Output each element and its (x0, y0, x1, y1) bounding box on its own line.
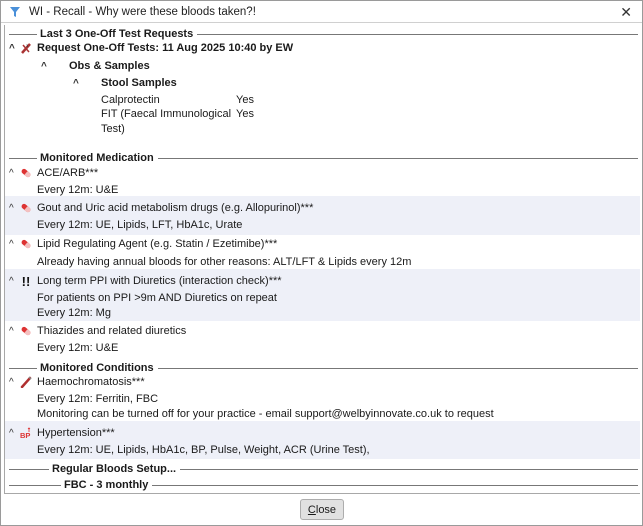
test-name-cont: Test) (5, 121, 640, 137)
item-detail-text: Already having annual bloods for other r… (37, 256, 412, 268)
item-title: Lipid Regulating Agent (e.g. Statin / Ez… (37, 238, 278, 250)
item-title-row: ^ Haemochromatosis*** (5, 374, 640, 390)
item-detail: Every 12m: Ferritin, FBC (5, 391, 640, 407)
item-detail-text: Every 12m: U&E (37, 342, 119, 354)
test-request-icon: 1 (21, 43, 31, 54)
item-detail: Every 12m: U&E (5, 340, 640, 356)
item-detail-text: Every 12m: Mg (37, 307, 111, 319)
test-item: FIT (Faecal Immunological Yes (5, 106, 640, 122)
chevron-up-icon[interactable]: ^ (9, 276, 14, 287)
chevron-up-icon[interactable]: ^ (73, 78, 79, 89)
section-title: Monitored Conditions (40, 362, 154, 374)
item-detail: Every 12m: UE, Lipids, LFT, HbA1c, Urate (5, 217, 640, 233)
section-title: Regular Bloods Setup... (52, 463, 177, 475)
item-detail-text: Monitoring can be turned off for your pr… (37, 408, 494, 420)
section-header-regular-bloods: Regular Bloods Setup... (5, 461, 640, 477)
item-detail: Monitoring can be turned off for your pr… (5, 406, 640, 422)
item-title-row: ^ Lipid Regulating Agent (e.g. Statin / E… (5, 236, 640, 252)
test-name-continued: Test) (101, 123, 125, 135)
svg-text:BP: BP (20, 431, 30, 439)
chevron-up-icon[interactable]: ^ (41, 61, 47, 72)
test-name: FIT (Faecal Immunological (101, 108, 232, 120)
item-detail: Every 12m: U&E (5, 182, 640, 198)
subgroup-row: ^ Stool Samples (5, 75, 640, 91)
item-detail-text: For patients on PPI >9m AND Diuretics on… (37, 292, 277, 304)
pill-icon (20, 167, 32, 179)
item-title: ACE/ARB*** (37, 167, 99, 179)
group-title: Obs & Samples (69, 60, 150, 72)
item-title: Hypertension*** (37, 427, 115, 439)
title-bar: WI - Recall - Why were these bloods take… (1, 1, 642, 23)
test-value: Yes (236, 94, 254, 106)
section-header-medication: Monitored Medication (5, 150, 640, 166)
section-title: Monitored Medication (40, 152, 154, 164)
item-title-row: ^!! Long term PPI with Diuretics (interac… (5, 273, 640, 289)
item-detail-text: Every 12m: UE, Lipids, LFT, HbA1c, Urate (37, 219, 243, 231)
item-detail: Every 12m: UE, Lipids, HbA1c, BP, Pulse,… (5, 442, 640, 458)
test-name: Calprotectin (101, 94, 160, 106)
close-mnemonic: C (307, 503, 316, 516)
chevron-up-icon[interactable]: ^ (9, 428, 14, 439)
test-value: Yes (236, 108, 254, 120)
chevron-up-icon[interactable]: ^ (9, 239, 14, 250)
item-detail-text: Every 12m: Ferritin, FBC (37, 393, 159, 405)
close-label: lose (315, 503, 337, 516)
item-title-row: ^ BP Hypertension*** (5, 425, 640, 441)
request-row: ^ 1 Request One-Off Tests: 11 Aug 2025 1… (5, 40, 640, 56)
item-title: Long term PPI with Diuretics (interactio… (37, 275, 282, 287)
section-header-fbc: FBC - 3 monthly (5, 477, 640, 493)
close-button[interactable]: Close (300, 499, 344, 520)
item-title-row: ^ Thiazides and related diuretics (5, 323, 640, 339)
subgroup-title: Stool Samples (101, 77, 177, 89)
bp-icon: BP (20, 427, 32, 439)
recall-content: Last 3 One-Off Test Requests ^ 1 Request… (4, 25, 640, 494)
chevron-up-icon[interactable]: ^ (9, 377, 14, 388)
item-title: Thiazides and related diuretics (37, 325, 187, 337)
item-title: Haemochromatosis*** (37, 376, 145, 388)
blood-tube-icon (20, 376, 32, 388)
item-detail-text: Every 12m: U&E (37, 184, 119, 196)
section-title: FBC - 3 monthly (64, 479, 149, 491)
funnel-icon (10, 6, 20, 17)
chevron-up-icon[interactable]: ^ (9, 168, 14, 179)
item-detail-text: Every 12m: UE, Lipids, HbA1c, BP, Pulse,… (37, 444, 370, 456)
item-detail: For patients on PPI >9m AND Diuretics on… (5, 290, 640, 306)
item-title-row: ^ Gout and Uric acid metabolism drugs (e.… (5, 200, 640, 216)
request-title: Request One-Off Tests: 11 Aug 2025 10:40… (37, 42, 294, 54)
item-detail: Already having annual bloods for other r… (5, 254, 640, 270)
double-exclamation-icon: !! (21, 273, 31, 289)
item-title-row: ^ ACE/ARB*** (5, 165, 640, 181)
group-row: ^ Obs & Samples (5, 58, 640, 74)
pill-icon (20, 202, 32, 214)
chevron-up-icon[interactable]: ^ (9, 43, 15, 54)
dialog-footer: Close (1, 494, 642, 525)
section-title: Last 3 One-Off Test Requests (40, 28, 194, 40)
chevron-up-icon[interactable]: ^ (9, 203, 14, 214)
pill-icon (20, 238, 32, 250)
item-title: Gout and Uric acid metabolism drugs (e.g… (37, 202, 314, 214)
close-icon[interactable]: ✕ (620, 4, 632, 21)
chevron-up-icon[interactable]: ^ (9, 326, 14, 337)
item-detail: Every 12m: Mg (5, 305, 640, 321)
pill-icon (20, 325, 32, 337)
dialog-window: WI - Recall - Why were these bloods take… (0, 0, 643, 526)
window-title: WI - Recall - Why were these bloods take… (29, 5, 256, 18)
